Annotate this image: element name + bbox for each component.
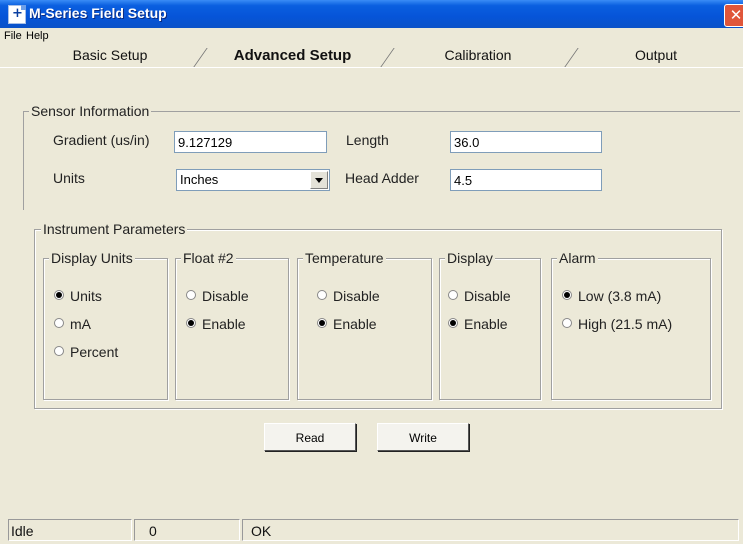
radio-alarm-low[interactable]: Low (3.8 mA) [562,288,661,304]
radio-display-disable[interactable]: Disable [448,288,511,304]
float2-legend: Float #2 [181,250,236,266]
menu-file[interactable]: File [4,30,22,42]
gradient-input[interactable]: 9.127129 [174,131,327,153]
units-select-value: Inches [180,172,219,187]
read-button[interactable]: Read [264,423,356,451]
units-label: Units [53,170,85,186]
window-title: M-Series Field Setup [29,5,167,21]
title-bar[interactable]: + M-Series Field Setup ✕ [0,0,743,28]
write-button[interactable]: Write [377,423,469,451]
radio-alarm-high[interactable]: High (21.5 mA) [562,316,672,332]
radio-temperature-enable[interactable]: Enable [317,316,377,332]
tab-output[interactable]: Output [576,45,736,66]
display-units-legend: Display Units [49,250,135,266]
radio-percent[interactable]: Percent [54,344,118,360]
status-message: OK [242,519,739,541]
radio-units[interactable]: Units [54,288,102,304]
radio-float2-disable[interactable]: Disable [186,288,249,304]
length-input[interactable]: 36.0 [450,131,602,153]
head-adder-label: Head Adder [345,170,419,186]
status-count: 0 [134,519,240,541]
sensor-information-group: Sensor Information [23,103,740,210]
chevron-down-icon[interactable] [310,171,328,189]
tab-advanced-setup[interactable]: Advanced Setup [205,45,380,66]
sensor-information-legend: Sensor Information [29,103,152,119]
alarm-legend: Alarm [557,250,598,266]
app-window: + M-Series Field Setup ✕ File Help Basic… [0,0,743,544]
status-bar: Idle 0 OK [0,516,743,544]
radio-display-enable[interactable]: Enable [448,316,508,332]
head-adder-input[interactable]: 4.5 [450,169,602,191]
radio-ma[interactable]: mA [54,316,91,332]
instrument-parameters-legend: Instrument Parameters [41,221,188,237]
radio-temperature-disable[interactable]: Disable [317,288,380,304]
units-select[interactable]: Inches [176,169,330,191]
status-state: Idle [8,519,132,541]
menu-help[interactable]: Help [26,30,49,42]
close-icon[interactable]: ✕ [724,4,743,27]
tab-basic-setup[interactable]: Basic Setup [30,45,190,66]
tab-strip: Basic Setup Advanced Setup Calibration O… [0,45,743,68]
radio-float2-enable[interactable]: Enable [186,316,246,332]
gradient-label: Gradient (us/in) [53,132,150,148]
app-document-icon: + [8,5,26,24]
display-legend: Display [445,250,495,266]
menu-bar: File Help [0,28,743,45]
length-label: Length [346,132,389,148]
temperature-legend: Temperature [303,250,386,266]
tab-calibration[interactable]: Calibration [392,45,564,66]
